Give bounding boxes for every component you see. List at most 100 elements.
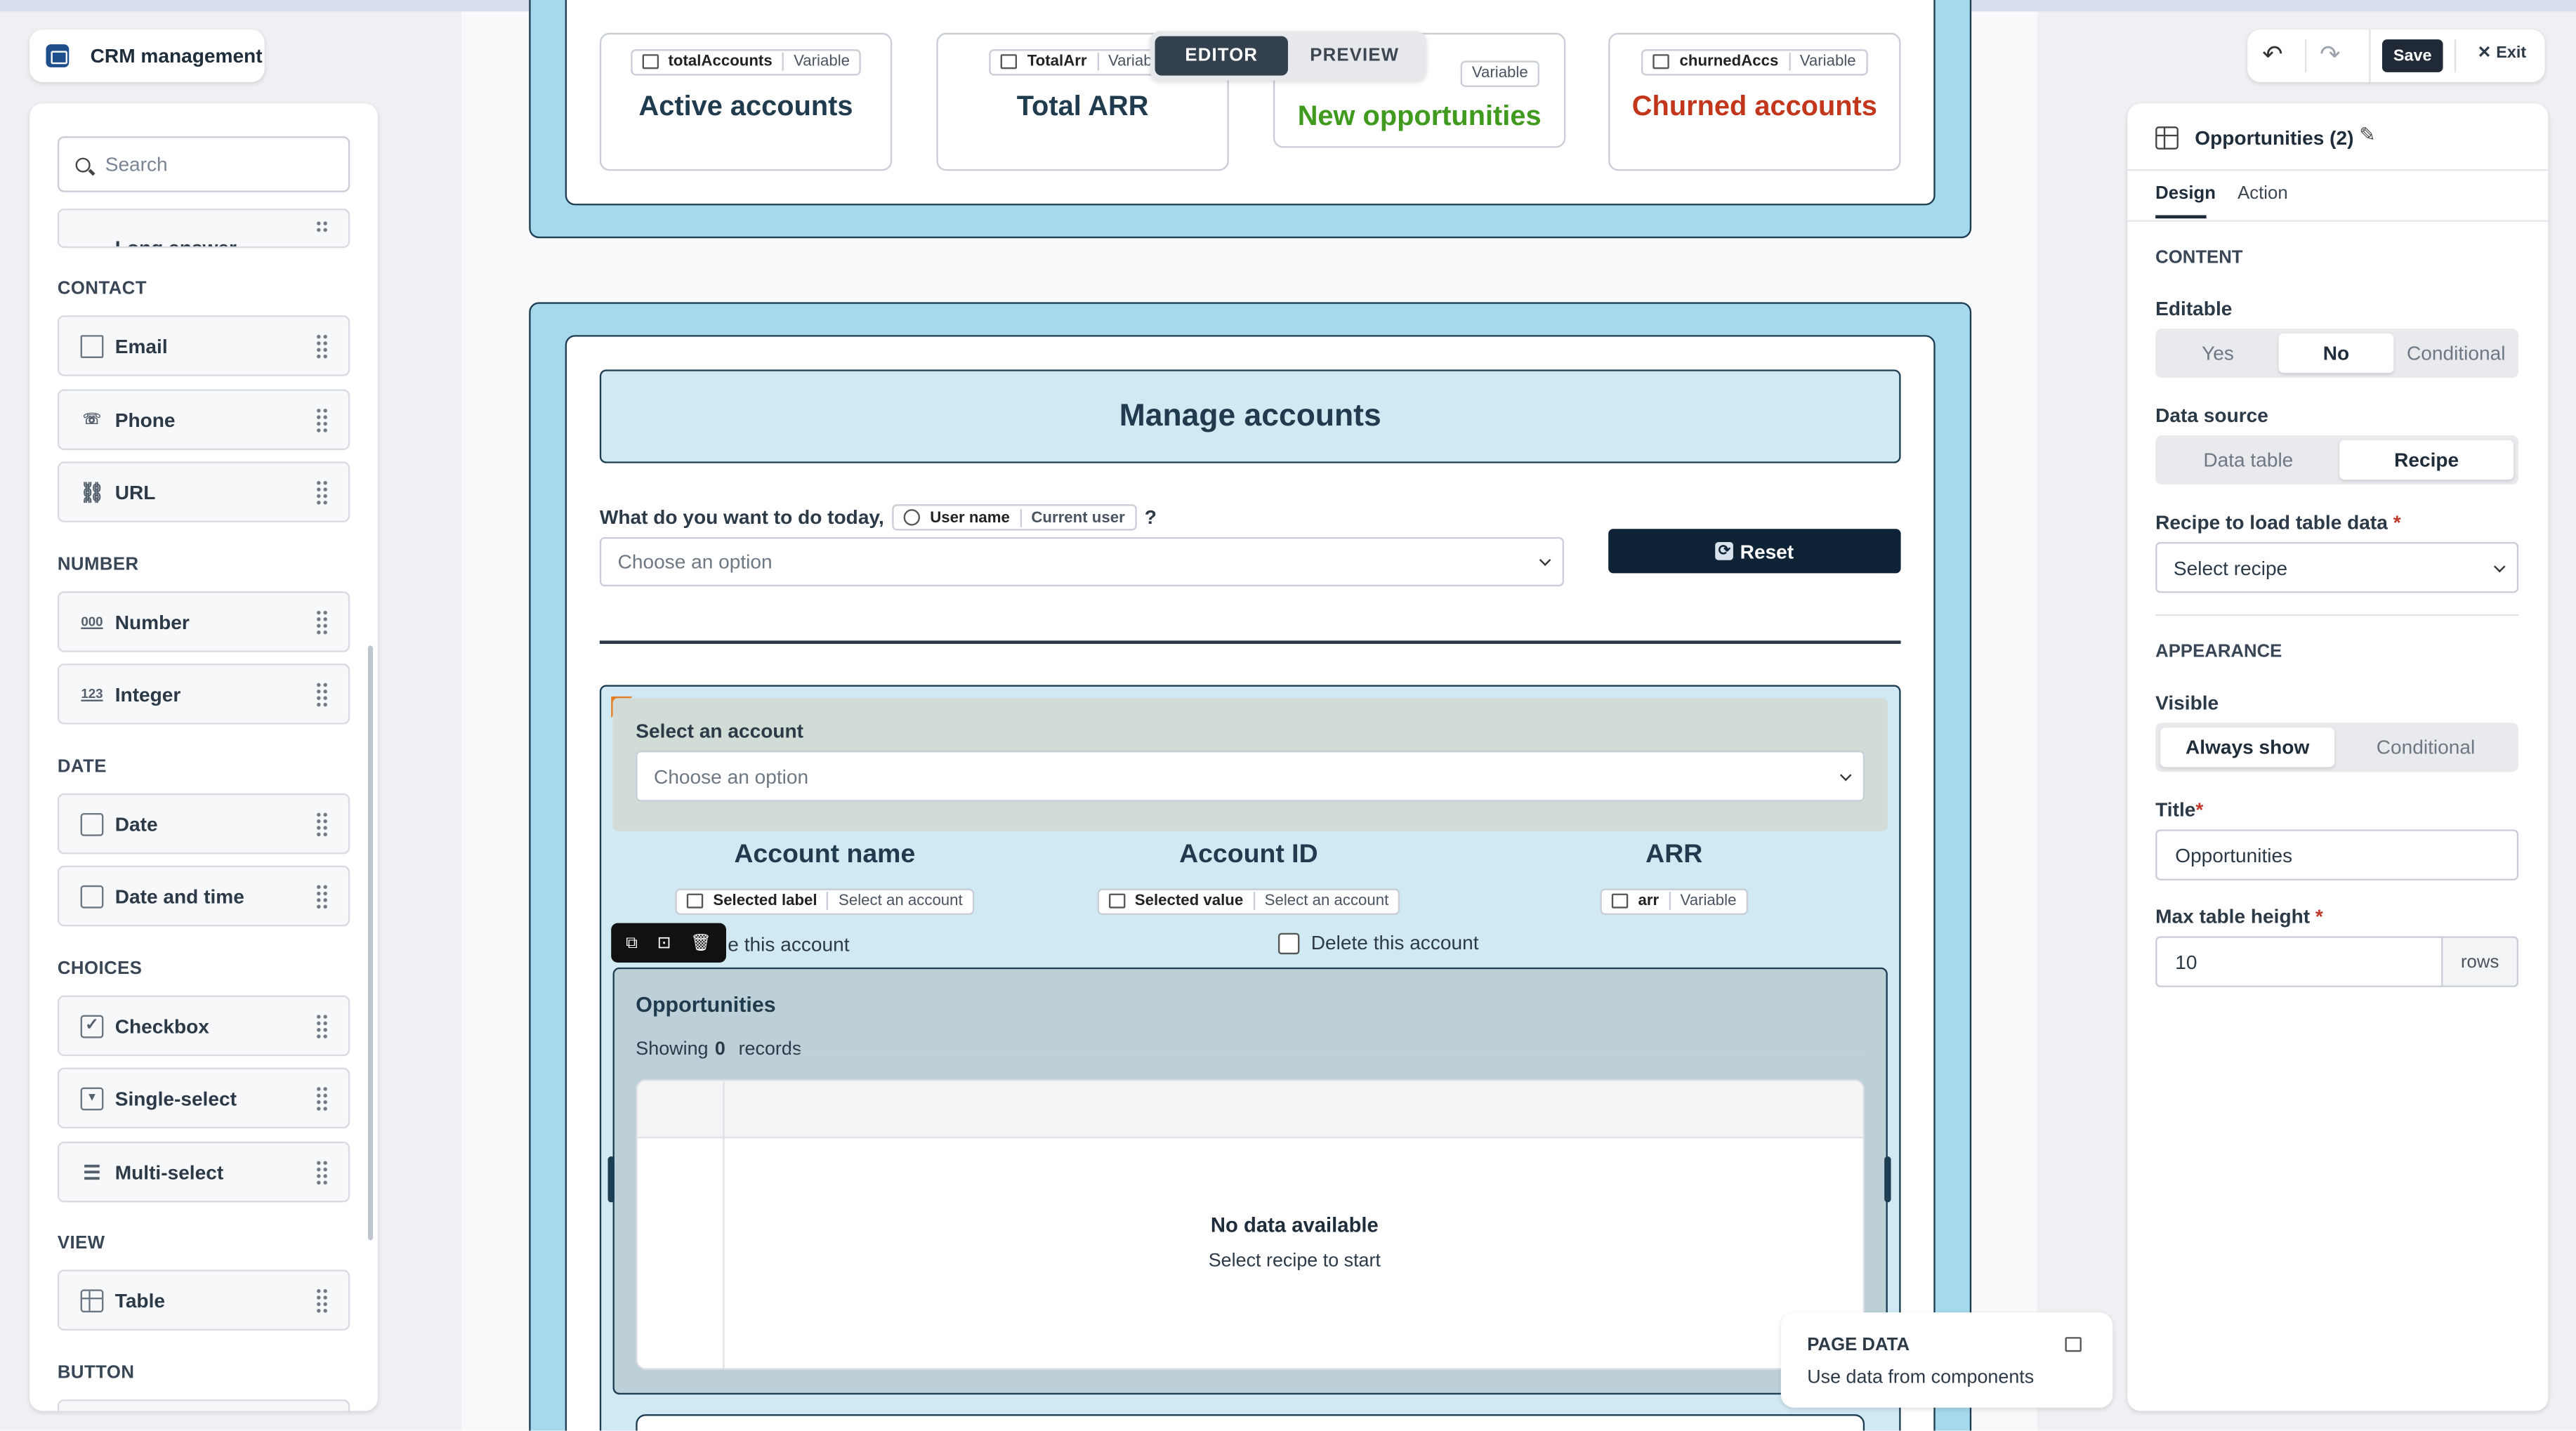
visible-segmented: Always show Conditional	[2155, 723, 2519, 772]
section-choices: CHOICES	[57, 959, 143, 980]
visible-conditional[interactable]: Conditional	[2338, 727, 2513, 767]
palette-item-url[interactable]: ⛓ URL	[57, 461, 350, 522]
delete-icon[interactable]: 🗑	[690, 934, 711, 952]
datasource-data-table[interactable]: Data table	[2160, 440, 2336, 480]
palette-item-integer[interactable]: 123 Integer	[57, 664, 350, 725]
drag-handle-icon[interactable]	[315, 333, 329, 360]
visible-label: Visible	[2155, 691, 2219, 715]
palette-item-email[interactable]: Email	[57, 315, 350, 376]
edit-icon[interactable]: ✎	[2359, 123, 2376, 146]
palette-item-checkbox[interactable]: ✓ Checkbox	[57, 995, 350, 1057]
palette-item-single-select[interactable]: ▼ Single-select	[57, 1067, 350, 1129]
palette-search-input[interactable]: Search	[57, 136, 350, 192]
column-title: ARR	[1645, 840, 1703, 869]
resize-handle-left[interactable]	[607, 1156, 615, 1203]
next-component[interactable]	[636, 1414, 1865, 1431]
palette-item-phone[interactable]: ☏ Phone	[57, 389, 350, 450]
datasource-label: Data source	[2155, 404, 2268, 428]
drag-handle-icon[interactable]	[315, 1086, 329, 1112]
search-icon	[75, 157, 91, 172]
drag-handle-icon[interactable]	[315, 1013, 329, 1040]
drag-handle-icon[interactable]	[315, 609, 329, 636]
max-height-input[interactable]: 10	[2155, 936, 2443, 987]
tab-design[interactable]: Design	[2155, 184, 2216, 204]
variable-chip[interactable]: totalAccounts Variable	[630, 48, 862, 75]
delete-account-checkbox[interactable]: Delete this account	[1277, 931, 1479, 954]
expand-icon[interactable]	[2065, 1337, 2082, 1352]
editable-segmented: Yes No Conditional	[2155, 328, 2519, 378]
palette-item-multi-select[interactable]: ☰ Multi-select	[57, 1141, 350, 1203]
palette-item-long-answer[interactable]: Long answer	[57, 209, 350, 249]
editable-yes[interactable]: Yes	[2160, 334, 2275, 373]
dropdown-icon	[686, 893, 704, 909]
question-label: What do you want to do today, User name C…	[600, 504, 1157, 531]
palette-scrollbar[interactable]	[368, 645, 374, 1241]
variable-chip[interactable]: TotalArr Variable	[989, 48, 1176, 75]
content-header: CONTENT	[2155, 248, 2243, 268]
palette-item-date[interactable]: Date	[57, 793, 350, 855]
table-icon	[80, 1288, 104, 1312]
drag-handle-icon[interactable]	[315, 1288, 329, 1314]
properties-panel: Opportunities (2) ✎ Design Action CONTEN…	[2127, 103, 2549, 1411]
binding-chip[interactable]: Selected value Select an account	[1096, 888, 1400, 914]
palette-item-table[interactable]: Table	[57, 1270, 350, 1331]
redo-icon[interactable]: ↷	[2320, 39, 2340, 69]
select-parent-icon[interactable]: ⊡	[657, 934, 671, 952]
drag-handle-icon[interactable]	[315, 1159, 329, 1186]
recipe-select[interactable]: Select recipe	[2155, 541, 2519, 593]
data-table[interactable]: No data available Select recipe to start	[636, 1079, 1865, 1370]
preview-tab[interactable]: PREVIEW	[1288, 36, 1421, 75]
title-input[interactable]: Opportunities	[2155, 829, 2519, 881]
checkbox[interactable]	[1277, 932, 1300, 954]
table-icon	[2155, 126, 2179, 150]
reset-button[interactable]: ⟳ Reset	[1608, 529, 1901, 574]
editable-conditional[interactable]: Conditional	[2397, 334, 2515, 373]
stat-label: Churned accounts	[1631, 90, 1877, 122]
drag-handle-icon[interactable]	[315, 883, 329, 910]
drag-handle-icon[interactable]	[315, 480, 329, 506]
visible-always-show[interactable]: Always show	[2160, 727, 2335, 767]
tab-action[interactable]: Action	[2237, 184, 2288, 204]
select-account-label: Select an account	[636, 719, 804, 743]
editor-tab[interactable]: EDITOR	[1155, 36, 1289, 76]
variable-chip[interactable]: Variable	[1460, 60, 1540, 86]
drag-handle-icon[interactable]	[315, 681, 329, 708]
resize-handle-right[interactable]	[1884, 1156, 1891, 1203]
chevron-down-icon	[1539, 554, 1551, 566]
select-account-select[interactable]: Choose an option	[636, 751, 1865, 802]
integer-icon: 123	[81, 686, 103, 701]
divider	[599, 640, 1901, 643]
empty-subtitle: Select recipe to start	[1208, 1251, 1381, 1272]
exit-button[interactable]: ✕ Exit	[2478, 44, 2527, 62]
max-height-label: Max table height *	[2155, 904, 2323, 928]
drag-handle-icon[interactable]	[315, 811, 329, 838]
stat-card[interactable]: churnedAccs Variable Churned accounts	[1608, 32, 1901, 171]
calendar-clock-icon	[80, 884, 104, 908]
binding-chip[interactable]: arr Variable	[1600, 888, 1748, 914]
app-title-card[interactable]: CRM management	[29, 29, 265, 82]
refresh-icon: ⟳	[1715, 541, 1734, 560]
column-title: Account ID	[1179, 840, 1318, 869]
list-icon: ☰	[83, 1160, 101, 1184]
duplicate-icon[interactable]: ⧉	[626, 934, 638, 952]
editable-no[interactable]: No	[2278, 333, 2394, 374]
palette-item-date-and-time[interactable]: Date and time	[57, 865, 350, 927]
variable-chip[interactable]: churnedAccs Variable	[1641, 48, 1868, 75]
undo-icon[interactable]: ↶	[2262, 39, 2282, 69]
column-title: Account name	[734, 840, 916, 869]
datasource-recipe[interactable]: Recipe	[2339, 440, 2514, 480]
drag-handle-icon[interactable]	[315, 407, 329, 434]
section-view: VIEW	[57, 1233, 105, 1253]
palette-item-partial[interactable]	[57, 1399, 350, 1411]
binding-chip[interactable]: Selected label Select an account	[675, 888, 975, 914]
save-button[interactable]: Save	[2381, 39, 2443, 72]
palette-item-number[interactable]: 000 Number	[57, 591, 350, 652]
page-data-panel[interactable]: PAGE DATA Use data from components	[1780, 1312, 2113, 1408]
user-name-chip[interactable]: User name Current user	[892, 504, 1137, 531]
stat-card[interactable]: totalAccounts Variable Active accounts	[599, 32, 893, 171]
records-rule	[790, 1051, 1865, 1053]
recipe-label: Recipe to load table data *	[2155, 510, 2401, 534]
action-select[interactable]: Choose an option	[599, 536, 1565, 587]
section-number: NUMBER	[57, 555, 139, 575]
drag-handle-icon[interactable]	[315, 220, 329, 234]
